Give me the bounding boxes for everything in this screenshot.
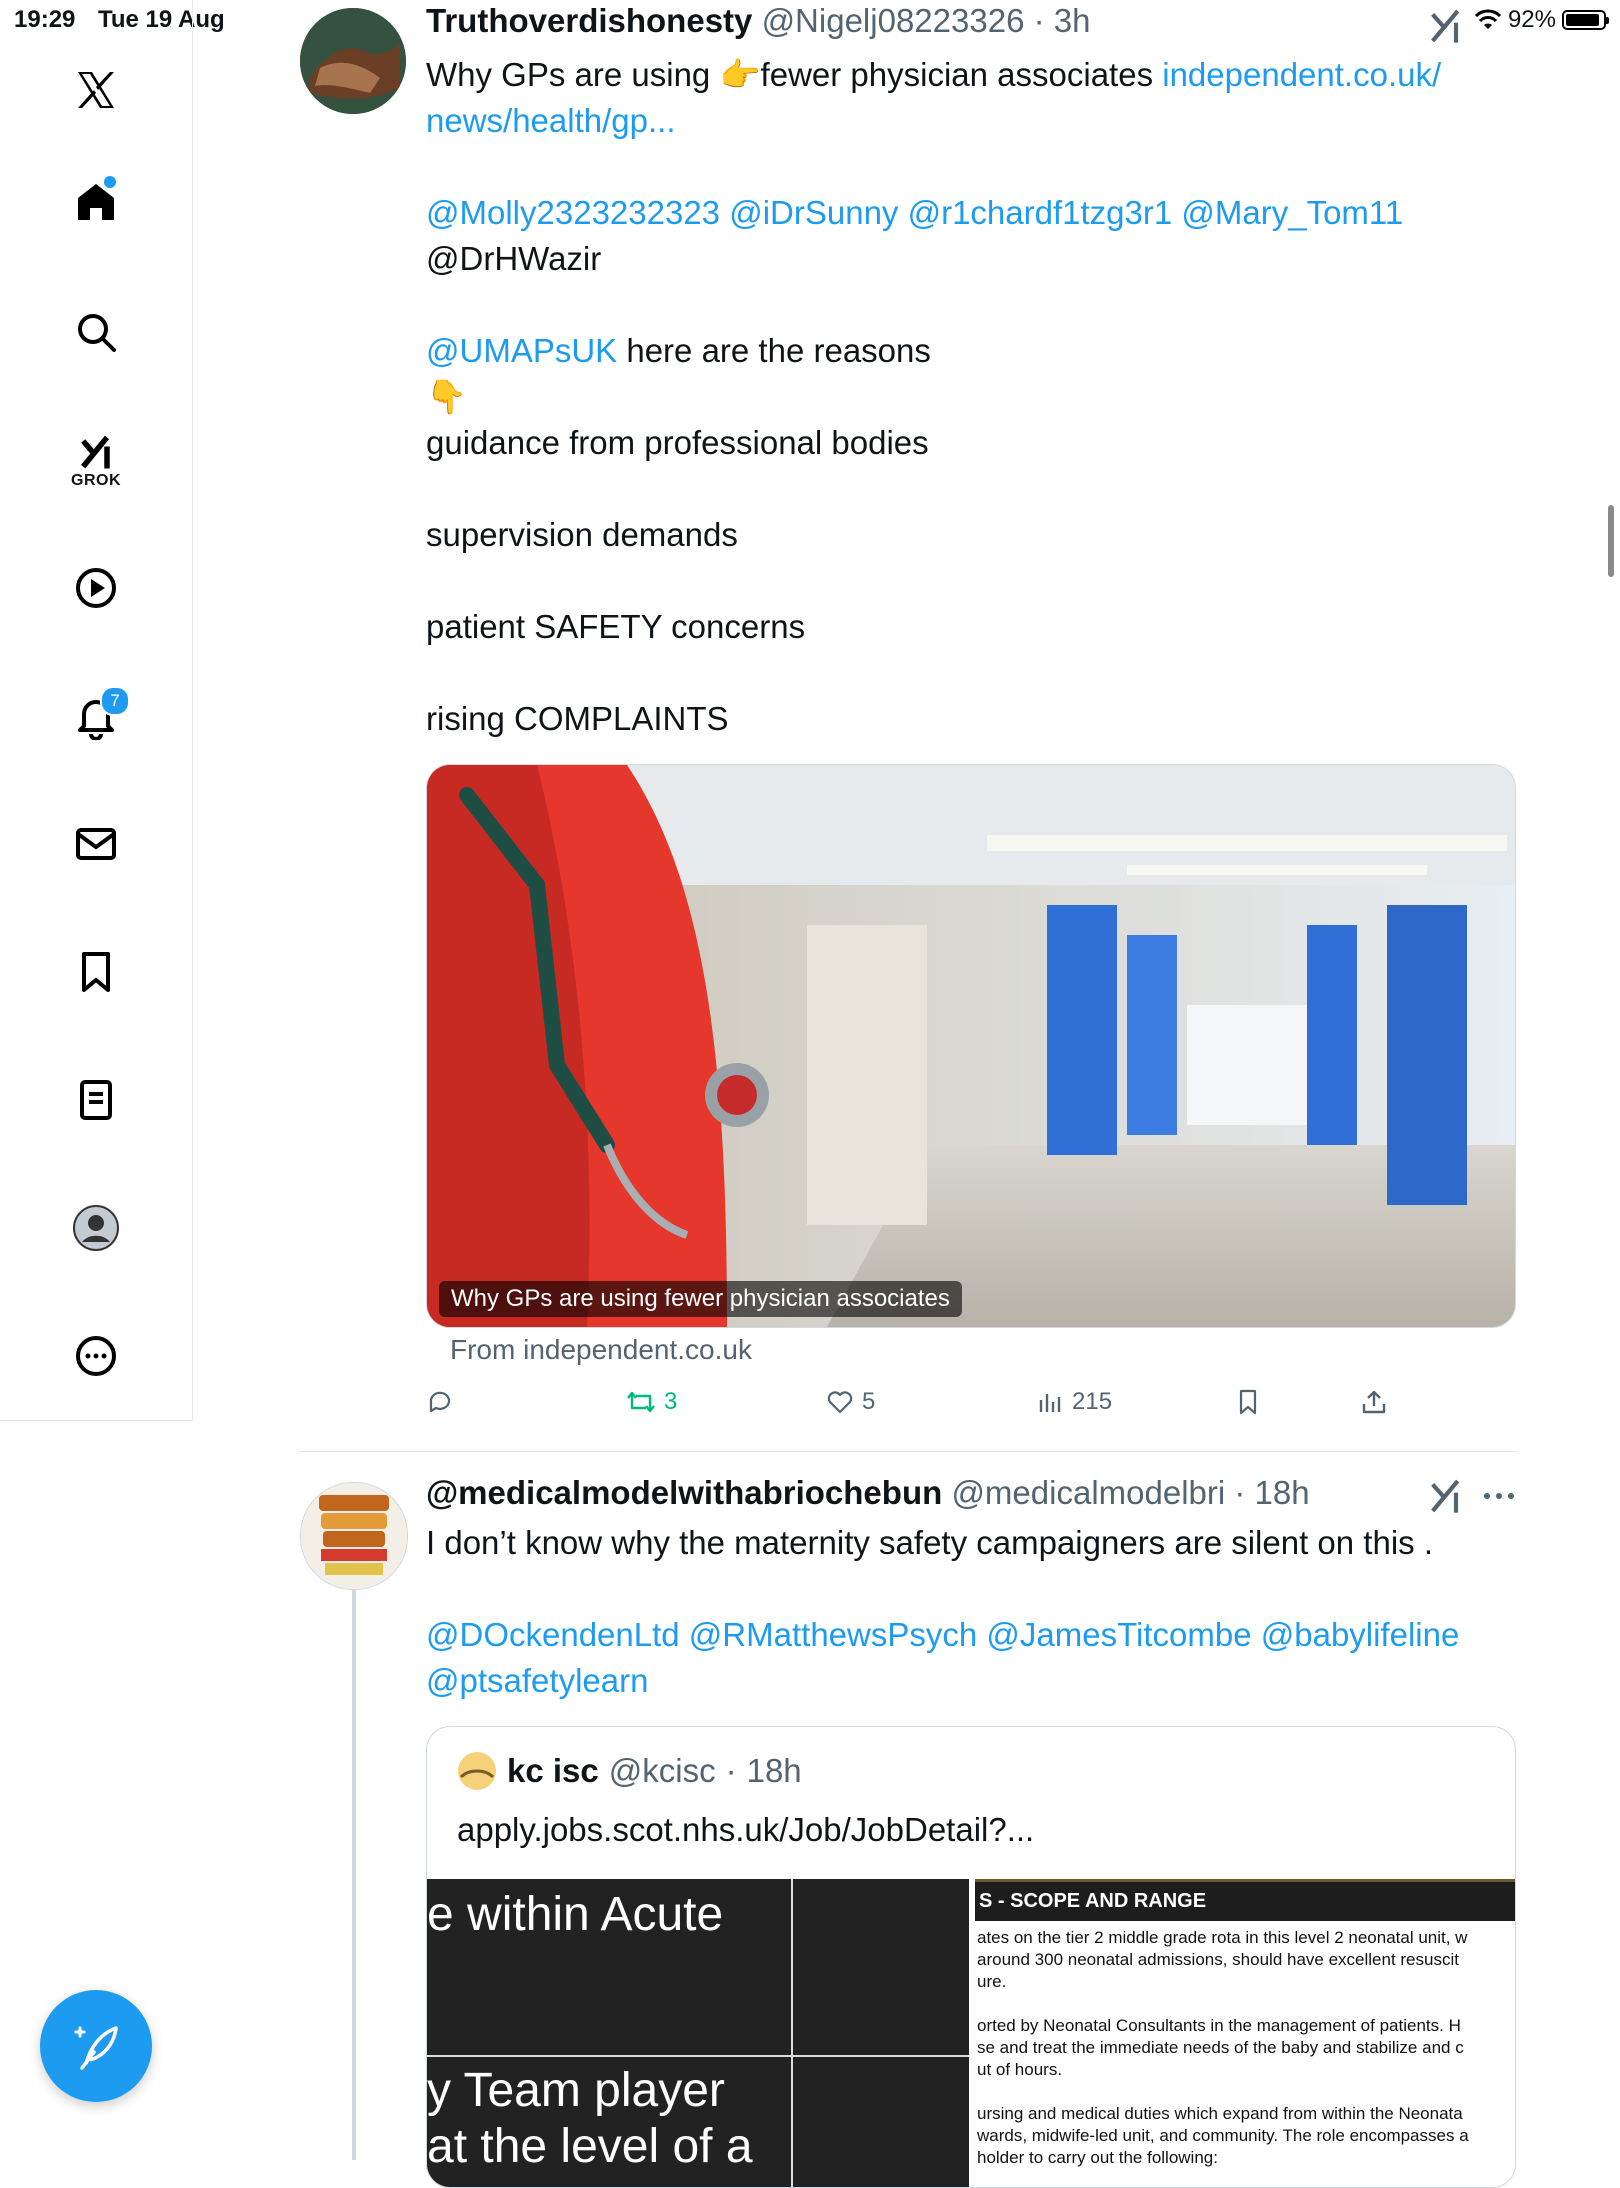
nav-more[interactable]: [60, 1320, 132, 1392]
quote-header: kc isc @kcisc · 18h: [457, 1751, 802, 1791]
card-source[interactable]: From independent.co.uk: [450, 1334, 752, 1366]
nav-lists[interactable]: [60, 1064, 132, 1136]
tweet2-header: @medicalmodelwithabriochebun @medicalmod…: [426, 1474, 1310, 1511]
nav-bookmarks[interactable]: [60, 936, 132, 1008]
nav-video[interactable]: [60, 552, 132, 624]
compose-button[interactable]: [40, 1990, 152, 2102]
tweet2-time[interactable]: 18h: [1255, 1474, 1310, 1511]
reply-icon: [429, 1391, 451, 1413]
reason-4: rising COMPLAINTS: [426, 700, 729, 737]
quote-handle: @kcisc: [608, 1752, 716, 1789]
tweet1-actions: 3 5 215: [426, 1388, 1426, 1428]
wifi-icon: [1474, 9, 1502, 29]
nav-profile[interactable]: [60, 1192, 132, 1264]
bookmark-icon: [1239, 1389, 1257, 1415]
tweet2-handle[interactable]: @medicalmodelbri: [951, 1474, 1225, 1511]
bookmark-icon: [82, 952, 110, 992]
thread-line: [352, 1590, 356, 2160]
share-button[interactable]: [1360, 1388, 1388, 1416]
scrollbar[interactable]: [1608, 505, 1614, 577]
mail-icon: [76, 828, 116, 860]
nav-notifications[interactable]: 7: [60, 680, 132, 752]
tweet-divider: [300, 1451, 1518, 1452]
mention-umaps[interactable]: @UMAPsUK: [426, 332, 617, 369]
point-right-emoji: 👉: [719, 56, 761, 93]
quote-avatar: [458, 1752, 496, 1790]
search-icon: [78, 314, 116, 352]
tweet2-mentions-2[interactable]: @ptsafetylearn: [426, 1658, 1526, 1704]
link-card-image[interactable]: Why GPs are using fewer physician associ…: [426, 764, 1516, 1328]
more-circle-icon: [76, 1336, 116, 1376]
tweet2-display-name[interactable]: @medicalmodelwithabriochebun: [426, 1474, 942, 1511]
grok-icon: [81, 435, 110, 469]
grok-icon[interactable]: [1426, 1476, 1466, 1516]
profile-avatar-icon: [73, 1205, 119, 1251]
tweet1-body: Why GPs are using 👉fewer physician assoc…: [426, 52, 1536, 742]
retweet-count: 3: [664, 1388, 678, 1415]
article-link-cont[interactable]: news/health/gp...: [426, 98, 1536, 144]
share-icon: [1362, 1390, 1386, 1414]
nav-search[interactable]: [60, 296, 132, 368]
tweet1-handle[interactable]: @Nigelj08223326: [762, 2, 1025, 39]
point-down-emoji: 👇: [426, 378, 468, 415]
quoted-tweet[interactable]: kc isc @kcisc · 18h apply.jobs.scot.nhs.uk…: [426, 1726, 1516, 2188]
like-count: 5: [862, 1388, 876, 1415]
quote-display-name: kc isc: [507, 1752, 599, 1789]
tweet2-text: I don’t know why the maternity safety ca…: [426, 1524, 1433, 1561]
quote-url[interactable]: apply.jobs.scot.nhs.uk/Job/JobDetail?...: [457, 1811, 1034, 1849]
tweet1-time[interactable]: 3h: [1054, 2, 1091, 39]
sidebar: GROK 7: [0, 0, 193, 1421]
mention-plain: @DrHWazir: [426, 240, 602, 277]
heart-icon: [827, 1391, 853, 1414]
retweet-button[interactable]: 3: [626, 1388, 677, 1416]
tweet1-header: Truthoverdishonesty @Nigelj08223326 · 3h: [426, 2, 1091, 39]
article-link[interactable]: independent.co.uk/: [1162, 56, 1441, 93]
analytics-icon: [1039, 1394, 1061, 1412]
nav-grok[interactable]: GROK: [60, 424, 132, 496]
tweet2-mentions-1[interactable]: @DOckendenLtd @RMatthewsPsych @JamesTitc…: [426, 1612, 1526, 1658]
grok-icon[interactable]: [1426, 6, 1466, 46]
quote-image[interactable]: e within Acute y Team player at the leve…: [427, 1879, 1515, 2187]
tweet1-avatar[interactable]: [300, 8, 406, 114]
bookmark-button[interactable]: [1234, 1388, 1262, 1416]
reason-1: guidance from professional bodies: [426, 424, 929, 461]
mentions-line[interactable]: @Molly2323232323 @iDrSunny @r1chardf1tzg…: [426, 190, 1536, 236]
quote-time: 18h: [746, 1752, 802, 1789]
more-options-icon[interactable]: [1482, 1486, 1516, 1506]
status-right: 92%: [1474, 6, 1609, 34]
battery-icon: [1562, 10, 1609, 30]
handshake-image: [300, 8, 406, 114]
quote-image-right: S - SCOPE AND RANGE ates on the tier 2 m…: [975, 1879, 1515, 2187]
tweet1-display-name[interactable]: Truthoverdishonesty: [426, 2, 752, 39]
grok-label: GROK: [71, 472, 121, 489]
notification-badge: 7: [100, 686, 130, 716]
quote-image-left: e within Acute y Team player at the leve…: [427, 1879, 969, 2187]
hospital-corridor-image: [427, 765, 1515, 1327]
compose-feather-icon: [74, 2026, 118, 2070]
like-button[interactable]: 5: [826, 1388, 875, 1416]
nav-home[interactable]: [60, 166, 132, 238]
reply-button[interactable]: [426, 1388, 454, 1416]
battery-percent: 92%: [1507, 6, 1556, 33]
nav-messages[interactable]: [60, 808, 132, 880]
tweet2-body: I don’t know why the maternity safety ca…: [426, 1520, 1526, 1704]
reason-3: patient SAFETY concerns: [426, 608, 806, 645]
list-icon: [80, 1080, 112, 1120]
card-caption: Why GPs are using fewer physician associ…: [439, 1281, 962, 1317]
gmc-logo-image: [301, 1483, 407, 1589]
tweet2-avatar[interactable]: [300, 1482, 408, 1590]
play-circle-icon: [76, 568, 116, 608]
tweet1-line1: Why GPs are using 👉fewer physician assoc…: [426, 56, 1442, 93]
x-logo-icon[interactable]: [60, 54, 132, 126]
view-count: 215: [1072, 1388, 1113, 1415]
reason-2: supervision demands: [426, 516, 738, 553]
retweet-icon: [627, 1391, 655, 1413]
views-button[interactable]: 215: [1036, 1388, 1112, 1416]
home-dot: [104, 176, 116, 188]
